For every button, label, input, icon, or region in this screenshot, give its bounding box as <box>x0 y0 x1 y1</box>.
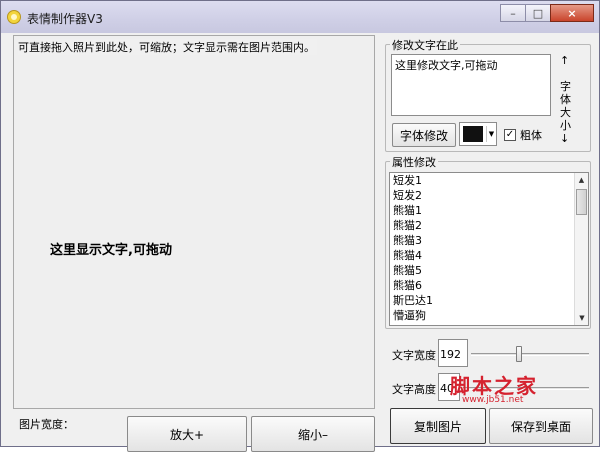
text-color-picker[interactable]: ▼ <box>459 122 497 146</box>
text-width-slider-thumb[interactable] <box>516 346 522 362</box>
text-height-label: 文字高度 <box>392 383 436 396</box>
scroll-thumb[interactable] <box>576 189 587 215</box>
font-size-up-icon[interactable]: ↑ <box>560 54 569 67</box>
attribute-group: 属性修改 短发1 短发2 熊猫1 熊猫2 熊猫3 熊猫4 熊猫5 熊猫6 斯巴达1 懵逼狗 ▲ ▼ <box>385 154 591 329</box>
draggable-caption-text[interactable]: 这里显示文字,可拖动 <box>50 239 172 258</box>
scroll-down-icon[interactable]: ▼ <box>575 311 588 325</box>
save-to-desktop-button[interactable]: 保存到桌面 <box>489 408 593 444</box>
bold-label: 粗体 <box>520 129 542 142</box>
font-change-button[interactable]: 字体修改 <box>392 123 456 147</box>
list-item[interactable]: 熊猫6 <box>390 278 588 293</box>
list-item[interactable]: 熊猫3 <box>390 233 588 248</box>
attribute-group-title: 属性修改 <box>390 154 438 170</box>
bold-checkbox-box[interactable]: ✓ <box>504 129 516 141</box>
image-width-label: 图片宽度： <box>19 418 74 431</box>
site-watermark: 脚本之家 www.jb51.net <box>448 370 578 405</box>
app-window: 表情制作器V3 – □ × 可直接拖入照片到此处，可缩放；文字显示需在图片范围内… <box>0 0 600 452</box>
list-item[interactable]: 熊猫5 <box>390 263 588 278</box>
scroll-up-icon[interactable]: ▲ <box>575 173 588 187</box>
template-list-items: 短发1 短发2 熊猫1 熊猫2 熊猫3 熊猫4 熊猫5 熊猫6 斯巴达1 懵逼狗 <box>390 173 588 323</box>
font-size-control[interactable]: ↑ 字体大小 ↓ <box>554 52 584 148</box>
text-width-label: 文字宽度 <box>392 349 436 362</box>
image-drop-area[interactable]: 可直接拖入照片到此处，可缩放；文字显示需在图片范围内。 这里显示文字,可拖动 <box>13 35 375 409</box>
font-size-down-icon[interactable]: ↓ <box>560 132 569 145</box>
text-width-slider-track[interactable] <box>471 353 589 356</box>
list-item[interactable]: 熊猫4 <box>390 248 588 263</box>
text-width-input[interactable]: 192 <box>438 339 468 367</box>
font-size-label: 字体大小 <box>560 80 571 132</box>
list-item[interactable]: 熊猫1 <box>390 203 588 218</box>
minimize-button[interactable]: – <box>500 4 526 22</box>
edit-text-group: 修改文字在此 这里修改文字,可拖动 ↑ 字体大小 ↓ 字体修改 ▼ ✓ 粗体 <box>385 37 591 152</box>
bold-checkbox[interactable]: ✓ 粗体 <box>504 127 542 143</box>
image-bottom-bar: 图片宽度： 放大+ 缩小– <box>13 411 377 452</box>
window-title: 表情制作器V3 <box>27 12 103 26</box>
list-scrollbar[interactable]: ▲ ▼ <box>574 173 588 325</box>
drop-hint: 可直接拖入照片到此处，可缩放；文字显示需在图片范围内。 <box>18 39 317 55</box>
template-list[interactable]: 短发1 短发2 熊猫1 熊猫2 熊猫3 熊猫4 熊猫5 熊猫6 斯巴达1 懵逼狗 ▲ ▼ <box>389 172 589 326</box>
list-item[interactable]: 短发1 <box>390 173 588 188</box>
list-item[interactable]: 斯巴达1 <box>390 293 588 308</box>
maximize-button[interactable]: □ <box>525 4 551 22</box>
title-bar[interactable]: 表情制作器V3 – □ × <box>1 1 599 33</box>
watermark-url: www.jb51.net <box>462 395 524 405</box>
edit-text-group-title: 修改文字在此 <box>390 37 460 53</box>
copy-image-button[interactable]: 复制图片 <box>390 408 486 444</box>
text-color-swatch <box>463 126 483 142</box>
caption-text-input[interactable]: 这里修改文字,可拖动 <box>391 54 551 116</box>
close-button[interactable]: × <box>550 4 594 22</box>
list-item[interactable]: 懵逼狗 <box>390 308 588 323</box>
list-item[interactable]: 熊猫2 <box>390 218 588 233</box>
caption-buttons: – □ × <box>500 4 594 24</box>
chevron-down-icon[interactable]: ▼ <box>486 126 496 142</box>
smiley-icon <box>7 10 21 24</box>
list-item[interactable]: 短发2 <box>390 188 588 203</box>
